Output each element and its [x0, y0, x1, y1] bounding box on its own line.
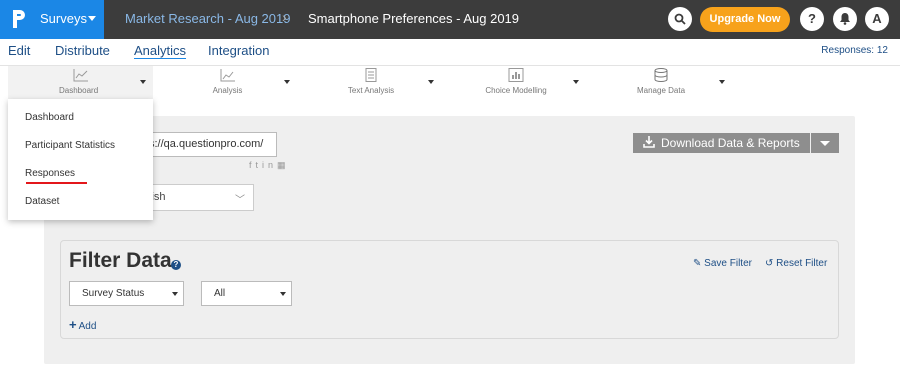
- search-icon: [674, 13, 686, 25]
- caret-down-icon[interactable]: [719, 80, 725, 84]
- line-chart-icon: [73, 69, 88, 82]
- filter-value: All: [214, 288, 226, 299]
- account-avatar[interactable]: A: [865, 7, 889, 31]
- product-label: Surveys: [40, 11, 87, 26]
- database-icon: [654, 68, 668, 82]
- caret-down-icon: [172, 292, 178, 296]
- help-button[interactable]: ?: [800, 7, 824, 31]
- subnav-label: Analysis: [212, 86, 243, 95]
- menu-item-participant-statistics[interactable]: Participant Statistics: [25, 140, 115, 151]
- breadcrumb-survey: Smartphone Preferences - Aug 2019: [308, 11, 520, 26]
- download-data-button[interactable]: Download Data & Reports: [633, 133, 810, 153]
- edit-icon: ✎: [693, 258, 702, 269]
- filter-title: Filter Data: [69, 249, 172, 272]
- bell-icon: [840, 13, 850, 25]
- subnav-choice-modelling[interactable]: Choice Modelling: [480, 66, 552, 99]
- reset-filter-link[interactable]: ↺ Reset Filter: [765, 258, 827, 269]
- nav-integration[interactable]: Integration: [208, 43, 269, 58]
- share-icons: ftin▦: [249, 160, 290, 171]
- reset-icon: ↺: [765, 258, 774, 269]
- chevron-right-icon: ›: [282, 9, 287, 25]
- search-button[interactable]: [668, 7, 692, 31]
- menu-item-dataset[interactable]: Dataset: [25, 196, 59, 207]
- menu-item-responses[interactable]: Responses: [25, 168, 75, 179]
- survey-url-field[interactable]: s://qa.questionpro.com/: [144, 132, 277, 157]
- survey-status-value: Survey Status: [82, 288, 145, 299]
- linkedin-icon[interactable]: in: [262, 160, 277, 170]
- responses-count: Responses: 12: [821, 45, 888, 56]
- caret-down-icon: [88, 16, 96, 21]
- dashboard-dropdown-menu: Dashboard Participant Statistics Respons…: [8, 99, 153, 220]
- help-icon[interactable]: ?: [171, 260, 181, 270]
- subnav-label: Text Analysis: [347, 86, 395, 95]
- download-options-button[interactable]: [811, 133, 839, 153]
- subnav-label: Choice Modelling: [485, 86, 547, 95]
- save-filter-label: Save Filter: [704, 258, 752, 269]
- caret-down-icon[interactable]: [284, 80, 290, 84]
- language-select[interactable]: lish ﹀: [144, 184, 254, 211]
- analytics-subnav: Dashboard Analysis Text Analysis Choice …: [0, 66, 900, 99]
- nav-distribute[interactable]: Distribute: [55, 43, 110, 58]
- filter-value-select[interactable]: All: [201, 281, 292, 306]
- nav-edit[interactable]: Edit: [8, 43, 30, 58]
- subnav-text-analysis[interactable]: Text Analysis: [335, 66, 407, 99]
- nav-analytics[interactable]: Analytics: [134, 43, 187, 59]
- document-icon: [365, 68, 377, 82]
- upgrade-now-button[interactable]: Upgrade Now: [700, 7, 790, 32]
- main-content: s://qa.questionpro.com/ ftin▦ lish ﹀ Dow…: [44, 116, 855, 364]
- reset-filter-label: Reset Filter: [776, 258, 828, 269]
- breadcrumb-folder[interactable]: Market Research - Aug 2019: [125, 11, 290, 26]
- subnav-label: Dashboard: [59, 86, 99, 95]
- plus-icon: +: [69, 317, 77, 332]
- caret-down-icon[interactable]: [573, 80, 579, 84]
- download-icon: [643, 136, 655, 148]
- subnav-analysis[interactable]: Analysis: [185, 66, 270, 99]
- main-nav: Edit Distribute Analytics Integration Re…: [0, 39, 900, 66]
- subnav-manage-data[interactable]: Manage Data: [625, 66, 697, 99]
- chevron-down-icon: ﹀: [235, 195, 245, 206]
- product-switcher[interactable]: Surveys: [0, 0, 104, 39]
- caret-down-icon: [140, 80, 146, 84]
- chart-icon: [220, 69, 235, 82]
- survey-status-select[interactable]: Survey Status: [69, 281, 184, 306]
- caret-down-icon[interactable]: [428, 80, 434, 84]
- qr-code-icon[interactable]: ▦: [277, 160, 290, 170]
- highlight-underline: [26, 182, 87, 184]
- add-label: Add: [78, 321, 97, 332]
- top-bar: Surveys Market Research - Aug 2019 › Sma…: [0, 0, 900, 39]
- questionpro-logo-icon: [13, 10, 25, 28]
- bar-chart-icon: [508, 68, 524, 82]
- subnav-label: Manage Data: [636, 86, 686, 95]
- add-filter-link[interactable]: + Add: [69, 317, 96, 332]
- caret-down-icon: [280, 292, 286, 296]
- subnav-dashboard[interactable]: Dashboard: [8, 66, 153, 99]
- filter-panel: Filter Data ? ✎ Save Filter ↺ Reset Filt…: [60, 240, 839, 339]
- save-filter-link[interactable]: ✎ Save Filter: [693, 258, 752, 269]
- notifications-button[interactable]: [833, 7, 857, 31]
- menu-item-dashboard[interactable]: Dashboard: [25, 112, 74, 123]
- download-label: Download Data & Reports: [661, 136, 800, 150]
